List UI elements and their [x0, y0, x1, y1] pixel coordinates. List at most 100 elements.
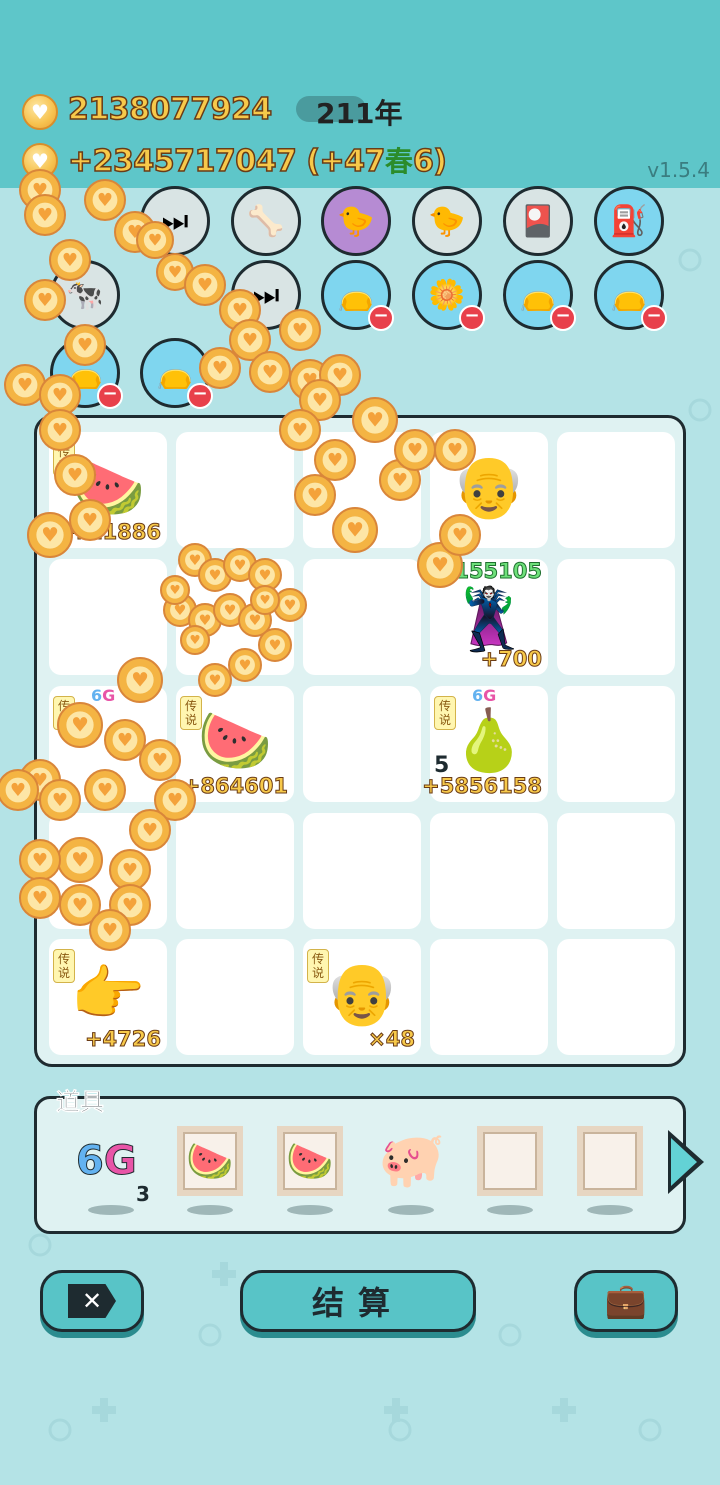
settle-label: 结算	[311, 1284, 404, 1322]
remove-icon[interactable]: −	[550, 305, 576, 331]
board-cell-empty[interactable]	[557, 559, 675, 675]
board-cell-empty[interactable]	[176, 813, 294, 929]
item-sack-2[interactable]: 👝 −	[503, 260, 576, 331]
board-cell[interactable]: 👴	[430, 432, 548, 548]
watermelon-icon: 🍉	[70, 452, 146, 522]
board-cell-empty[interactable]	[303, 559, 421, 675]
svg-text:♥: ♥	[17, 375, 33, 396]
prop-watermelon-frame-2[interactable]: 🍉	[277, 1126, 343, 1196]
board-cell[interactable]: 传说 6G 🍐 5 +5856158	[422, 686, 548, 802]
board-cell-empty[interactable]	[49, 559, 167, 675]
board-cell[interactable]: 传说 6G	[49, 686, 167, 802]
coin-rate-icon: ♥	[22, 143, 58, 179]
pump-icon: ⛽	[610, 203, 648, 239]
item-sack-3[interactable]: 👝 −	[594, 260, 667, 331]
item-sack-5[interactable]: 👝 −	[140, 338, 213, 409]
item-flower-pot[interactable]: 🌼 −	[412, 260, 485, 331]
board-cell-empty[interactable]	[303, 813, 421, 929]
income-text: +2345717047 (+47	[67, 143, 386, 180]
remove-icon[interactable]: −	[97, 383, 123, 409]
item-pump[interactable]: ⛽	[594, 186, 664, 256]
ginseng-fruit-icon: 🍐	[451, 706, 527, 776]
prop-watermelon-frame-1[interactable]: 🍉	[177, 1126, 243, 1196]
cell-value: +700	[480, 647, 542, 672]
settle-button[interactable]: 结算	[240, 1270, 476, 1332]
item-chick-egg-1[interactable]: 🐤	[321, 186, 391, 256]
flying-coin-icon: ♥	[184, 264, 226, 306]
board-cell-empty[interactable]	[557, 939, 675, 1055]
board-cell-empty[interactable]	[176, 939, 294, 1055]
grandpa-icon: 👴	[324, 959, 400, 1029]
item-seed-packet[interactable]: 🎴	[503, 186, 573, 256]
prop-empty-frame-2[interactable]	[577, 1126, 643, 1196]
board-cell-empty[interactable]	[557, 432, 675, 548]
watermelon-icon: 🍉	[186, 1138, 234, 1183]
cell-value: +4726	[84, 1027, 161, 1052]
board-cell-empty[interactable]	[176, 432, 294, 548]
item-chick-egg-2[interactable]: 🐤	[412, 186, 482, 256]
cow-icon: 🐄	[66, 277, 104, 313]
6g-badge: 6G	[472, 686, 497, 705]
flying-coin-icon: ♥	[249, 351, 291, 393]
dog-food-icon: 🦴	[247, 203, 285, 239]
remove-icon[interactable]: −	[641, 305, 667, 331]
item-slot-1[interactable]: ⏭	[140, 186, 210, 256]
remove-icon[interactable]: −	[187, 383, 213, 409]
season-label: 春	[384, 145, 413, 178]
seed-packet-icon: 🎴	[519, 203, 557, 239]
board-cell-empty[interactable]	[557, 686, 675, 802]
board-cell[interactable]: 传说 🍉 +864601	[176, 686, 294, 802]
svg-text:♥: ♥	[302, 370, 318, 391]
flying-coin-icon: ♥	[24, 194, 66, 236]
board-cell-empty[interactable]	[49, 813, 167, 929]
remove-icon[interactable]: −	[368, 305, 394, 331]
prop-empty-frame-1[interactable]	[477, 1126, 543, 1196]
svg-text:♥: ♥	[212, 358, 228, 379]
item-sack-1[interactable]: 👝 −	[321, 260, 394, 331]
remove-icon[interactable]: −	[459, 305, 485, 331]
board-cell-empty[interactable]	[557, 813, 675, 929]
board-cell-empty[interactable]	[303, 432, 421, 548]
item-cow[interactable]: 🐄	[50, 260, 120, 330]
board-cell[interactable]: 传说 👴 ×48	[303, 939, 421, 1055]
board-cell[interactable]: 传说 👉 +4726	[49, 939, 167, 1055]
prop-shadow	[388, 1205, 434, 1215]
svg-text:♥: ♥	[97, 190, 113, 211]
sack-icon: 👝	[337, 277, 375, 313]
board-cell[interactable]: 155105 🦹 +700	[430, 559, 548, 675]
watermelon-icon: 🍉	[197, 706, 273, 776]
briefcase-icon: 💼	[604, 1281, 648, 1321]
sack-icon: 👝	[519, 277, 557, 313]
svg-text:♥: ♥	[262, 362, 278, 383]
item-slot-7[interactable]: ⏭	[231, 260, 301, 330]
item-sack-4[interactable]: 👝 −	[50, 338, 123, 409]
prop-shadow	[287, 1205, 333, 1215]
svg-text:♥: ♥	[332, 365, 348, 386]
board-cell-empty[interactable]	[176, 559, 294, 675]
flying-coin-icon: ♥	[319, 354, 361, 396]
money-total: 2138077924	[67, 91, 273, 128]
cell-value-green: 155105	[454, 559, 543, 584]
pointing-finger-icon: 👉	[70, 959, 146, 1029]
item-dog-food[interactable]: 🦴	[231, 186, 301, 256]
prop-shadow	[487, 1205, 533, 1215]
6g-badge: 6G	[91, 686, 116, 705]
flying-coin-icon: ♥	[0, 769, 39, 811]
income-tail: 6)	[412, 143, 448, 180]
board-cell[interactable]: 传说 🍉 +11886	[49, 432, 167, 548]
svg-text:♥: ♥	[312, 390, 328, 411]
briefcase-button[interactable]: 💼	[574, 1270, 678, 1332]
board-cell-empty[interactable]	[430, 813, 548, 929]
thief-icon: 🦹	[451, 585, 527, 655]
prop-6g[interactable]: 6G	[76, 1138, 138, 1185]
cell-value: +11886	[70, 520, 162, 545]
board-cell-empty[interactable]	[303, 686, 421, 802]
sack-icon: 👝	[156, 355, 194, 391]
close-button[interactable]: ✕	[40, 1270, 144, 1332]
piggy-bank-icon[interactable]: 🐖	[378, 1128, 445, 1192]
watermelon-icon: 🍉	[286, 1138, 334, 1183]
prop-shadow	[587, 1205, 633, 1215]
sack-icon: 👝	[66, 355, 104, 391]
board-cell-empty[interactable]	[430, 939, 548, 1055]
flower-pot-icon: 🌼	[428, 277, 466, 313]
